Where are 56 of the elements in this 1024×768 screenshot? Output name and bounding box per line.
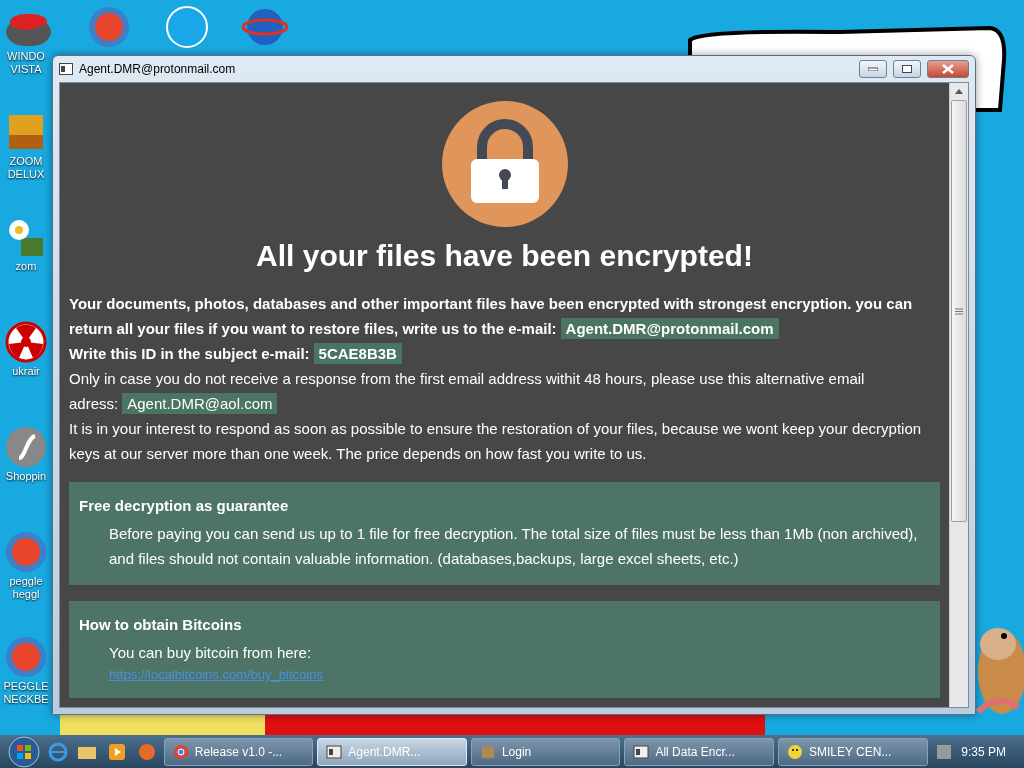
media-player-icon[interactable] [108, 742, 127, 761]
panel-title: How to obtain Bitcoins [79, 615, 243, 635]
taskbar-button[interactable]: Login [470, 737, 621, 766]
window-icon [59, 63, 73, 75]
panel-title: Free decryption as guarantee [79, 496, 290, 516]
padlock-icon [441, 101, 568, 227]
page-heading: All your files have been encrypted! [255, 239, 754, 273]
scroll-thumb[interactable] [951, 100, 967, 522]
desktop-icon-label[interactable]: heggl [12, 588, 40, 601]
close-icon [942, 64, 954, 74]
taskbar-button[interactable]: All Data Encr... [624, 737, 774, 766]
desktop-icon-label[interactable]: zom [15, 260, 37, 273]
scroll-up-icon[interactable] [955, 89, 963, 94]
flash-icon [3, 424, 49, 470]
peggle-icon [86, 4, 132, 50]
message-text: Write this ID in the subject e-mail: 5CAE8B3B [69, 341, 940, 366]
desktop-icon-label[interactable]: WINDO [7, 50, 45, 63]
peggle-icon [3, 634, 49, 680]
close-button[interactable] [927, 60, 969, 78]
window-title: Agent.DMR@protonmail.com [79, 62, 237, 76]
maximize-icon [902, 65, 912, 73]
message-text: Only in case you do not receive a response from the first email address withit 48 hours, please use this alternative email adress: Agent.DMR@aol.com [69, 369, 866, 416]
highlighted-value: Agent.DMR@protonmail.com [560, 318, 779, 339]
desktop-icon-label[interactable]: ukrair [12, 365, 40, 378]
taskbar-button[interactable]: Agent.DMR... [317, 737, 467, 766]
minimize-icon [868, 67, 878, 71]
maximize-button[interactable] [893, 60, 921, 78]
message-text: Your documents, photos, databases and other important files have been encrypted with strongest encryption. you can return all your files if you want to restore files, write us to the e-mail: Agent.DMR@protonmail.com [69, 294, 914, 341]
highlighted-value: Agent.DMR@aol.com [122, 393, 278, 414]
window-icon [633, 744, 650, 759]
link[interactable]: https://localbitcoins.com/buy_bitcoins [109, 666, 323, 684]
window-icon [326, 744, 343, 759]
desktop-icon-label[interactable]: NECKBE [3, 693, 49, 706]
smiley-icon [787, 743, 803, 760]
desktop-icon-label[interactable]: DELUX [7, 168, 45, 181]
desktop-icon-label[interactable]: peggle [9, 575, 43, 588]
peggle-icon [3, 529, 49, 575]
tray-app-icon[interactable] [935, 742, 954, 761]
taskbar-button[interactable]: SMILEY CEN... [778, 737, 928, 766]
taskbar-button[interactable]: Release v1.0 -... [163, 737, 314, 766]
desktop-icon-label[interactable]: VISTA [10, 63, 42, 76]
app-icon[interactable] [137, 742, 156, 761]
chat-app-icon [164, 4, 210, 50]
highlighted-value: 5CAE8B3B [313, 343, 402, 364]
desktop-icon-label[interactable]: ZOOM [9, 155, 43, 168]
radiation-icon [3, 319, 49, 365]
browser-icon [172, 743, 189, 760]
desktop-icon-label[interactable]: PEGGLE [3, 680, 49, 693]
minimize-button[interactable] [859, 60, 887, 78]
panel-text: You can buy bitcoin from here: [108, 643, 313, 663]
clock[interactable]: 9:35 PM [961, 744, 1006, 759]
desktop-icon-label[interactable]: Shoppin [5, 470, 47, 483]
message-text: It is in your interest to respond as soon as possible to ensure the restoration of your files, because we wont keep your decryption keys at our server more than one week. The price depends on how fast you write to us. [69, 419, 923, 464]
scrollbar[interactable] [949, 83, 968, 707]
panel-text: Before paying you can send us up to 1 file for free decryption. The total size of files must be less than 1Mb (non archived), and files should not contain valuable information. (databases,backups, large excel sheets, etc.) [108, 524, 919, 569]
browser-e-icon[interactable] [47, 741, 68, 762]
